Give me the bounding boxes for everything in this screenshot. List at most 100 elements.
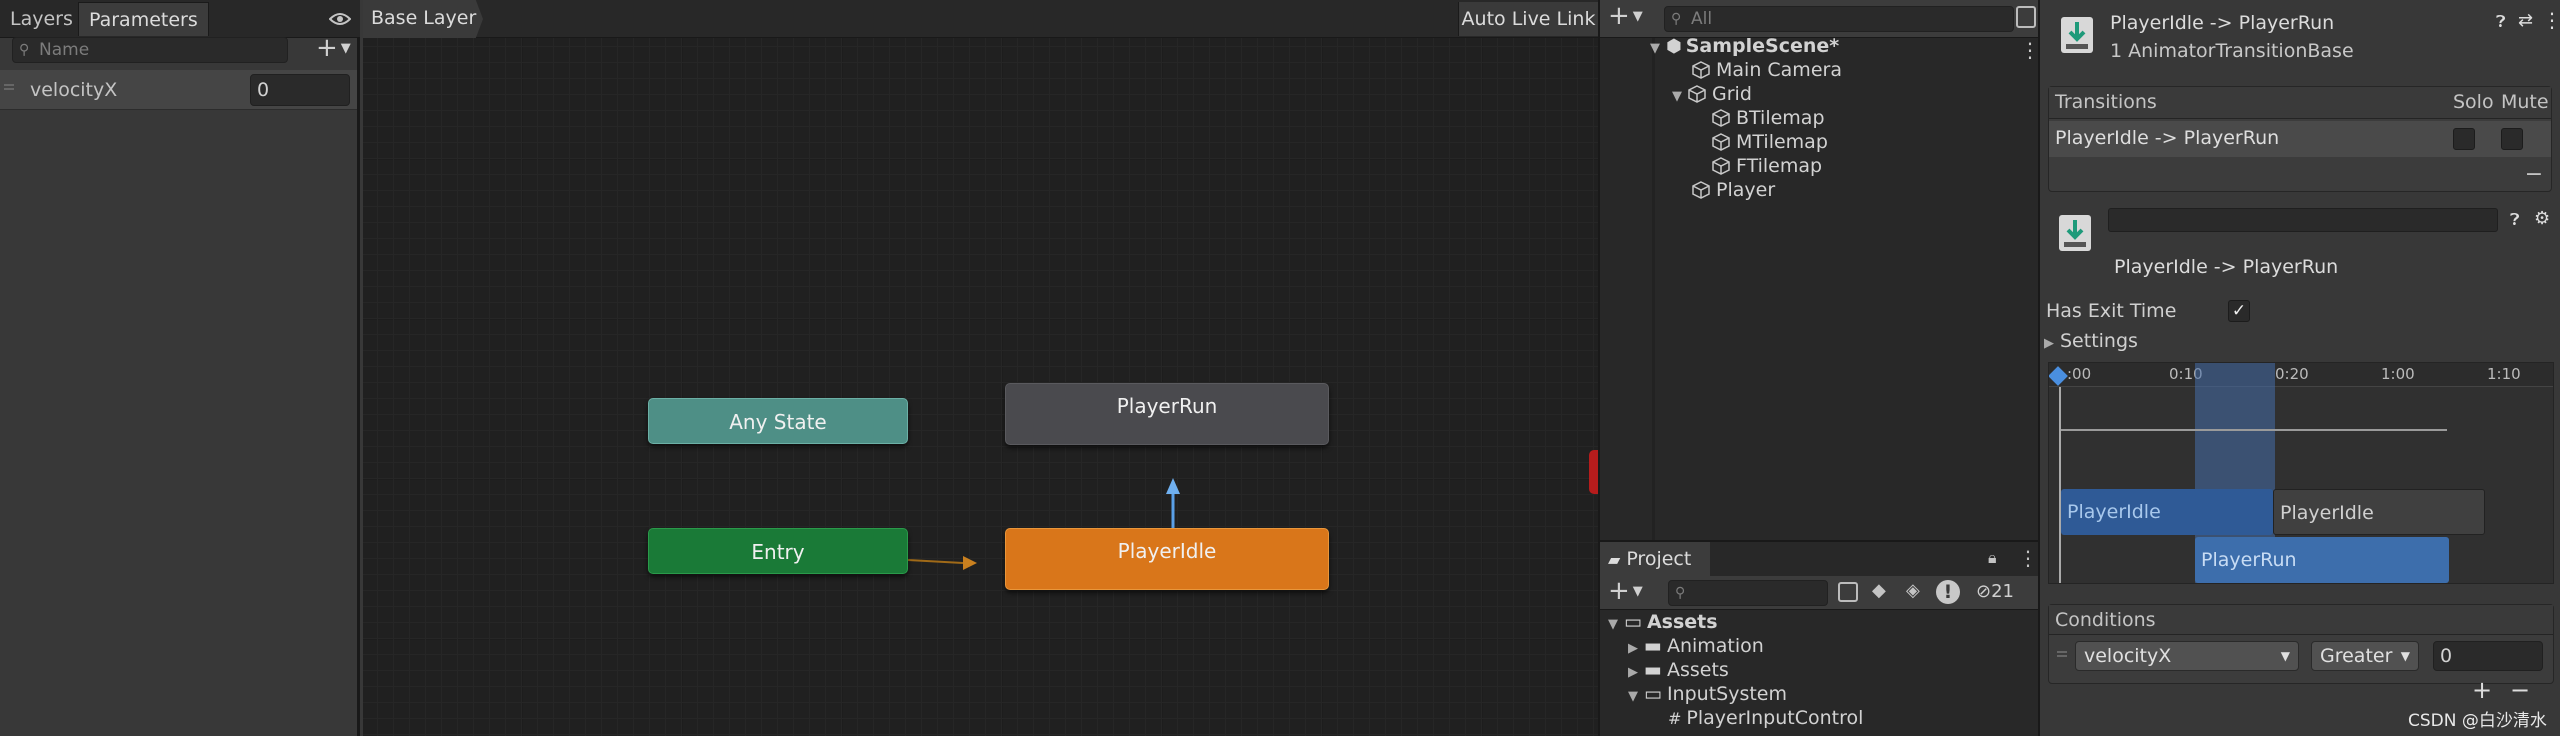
transition-arrows — [907, 478, 1180, 570]
parameter-search-input[interactable]: ⚲ Name — [12, 37, 288, 63]
any-state-node[interactable]: Any State — [648, 398, 908, 444]
script-hash-icon: # — [1668, 709, 1682, 728]
parameters-panel: Layers Parameters ⚲ Name + ▼ velocityX 0 — [0, 0, 360, 736]
tick-label: 0:20 — [2275, 365, 2309, 383]
parameter-row[interactable]: velocityX 0 — [0, 70, 357, 110]
label-tag-icon[interactable]: ◈ — [1906, 580, 1920, 601]
has-exit-time-checkbox[interactable]: ✓ — [2228, 300, 2250, 322]
expand-arrow-icon[interactable]: ▼ — [1608, 617, 1618, 632]
search-icon: ⚲ — [19, 42, 30, 58]
source-state-bar-next[interactable]: PlayerIdle — [2273, 489, 2485, 535]
tab-parameters[interactable]: Parameters — [78, 2, 209, 36]
hierarchy-item-ftilemap[interactable]: FTilemap — [1712, 154, 1822, 178]
project-item-assets[interactable]: ▶ ▬ Assets — [1628, 658, 1729, 682]
more-vertical-icon[interactable]: ⋮ — [2018, 546, 2038, 570]
project-item-playerinputcontrol[interactable]: # PlayerInputControl — [1668, 706, 1863, 730]
hierarchy-item-player[interactable]: Player — [1692, 178, 1775, 202]
project-item-label: InputSystem — [1666, 683, 1788, 705]
hierarchy-search-input[interactable]: ⚲ All — [1664, 6, 2014, 32]
conditions-header-label: Conditions — [2055, 609, 2156, 631]
chevron-down-icon: ▼ — [2280, 649, 2290, 663]
tab-project[interactable]: ▰ Project — [1600, 542, 1710, 576]
warning-icon[interactable]: ! — [1936, 580, 1960, 604]
transitions-header-label: Transitions — [2055, 91, 2157, 113]
tick-label: 1:10 — [2487, 365, 2521, 383]
add-parameter-button[interactable]: + ▼ — [316, 33, 351, 63]
project-item-inputsystem[interactable]: ▼ ▭ InputSystem — [1628, 682, 1787, 706]
eye-slash-icon: ⊘ — [1976, 581, 1992, 602]
entry-transition-line — [907, 559, 964, 564]
hierarchy-item-grid[interactable]: ▼ Grid — [1672, 82, 1752, 106]
more-vertical-icon[interactable]: ⋮ — [2020, 38, 2040, 62]
transition-row[interactable]: PlayerIdle -> PlayerRun — [2049, 121, 2551, 157]
condition-operator-dropdown[interactable]: Greater ▼ — [2311, 641, 2419, 671]
expand-arrow-icon[interactable]: ▶ — [1628, 641, 1638, 656]
destination-state-bar[interactable]: PlayerRun — [2195, 537, 2449, 583]
player-run-node[interactable]: PlayerRun — [1005, 383, 1329, 445]
tab-layers[interactable]: Layers — [0, 2, 83, 36]
more-vertical-icon[interactable]: ⋮ — [2542, 8, 2560, 32]
gear-icon[interactable]: ⚙ — [2534, 208, 2550, 229]
project-item-assets-root[interactable]: ▼ ▭ Assets — [1608, 610, 1718, 634]
search-by-type-icon[interactable] — [1838, 582, 1858, 602]
remove-transition-button[interactable]: − — [2519, 163, 2549, 189]
help-icon[interactable]: ❓︎ — [2496, 12, 2506, 32]
animator-graph[interactable]: Base Layer Auto Live Link Any State Entr… — [363, 0, 1601, 736]
expand-arrow-icon[interactable]: ▼ — [1628, 689, 1638, 704]
hidden-packages-button[interactable]: ⊘21 — [1976, 581, 2014, 602]
transition-timeline[interactable]: :00 0:10 0:20 1:00 1:10 PlayerIdle Playe… — [2048, 362, 2554, 584]
project-tab-bar: ▰ Project 🔒︎ ⋮ — [1600, 542, 2038, 576]
chevron-down-icon: ▼ — [340, 41, 351, 56]
player-run-label: PlayerRun — [1116, 394, 1218, 418]
condition-parameter-dropdown[interactable]: velocityX ▼ — [2075, 641, 2299, 671]
mute-checkbox[interactable] — [2501, 128, 2523, 150]
expand-arrow-icon[interactable]: ▼ — [1650, 41, 1660, 56]
transition-row-label: PlayerIdle -> PlayerRun — [2055, 127, 2280, 149]
expand-arrow-icon[interactable]: ▶ — [1628, 665, 1638, 680]
hierarchy-add-button[interactable]: + ▼ — [1608, 1, 1643, 31]
settings-foldout[interactable]: ▶ Settings — [2044, 330, 2138, 352]
hierarchy-item-btilemap[interactable]: BTilemap — [1712, 106, 1825, 130]
filter-by-type-icon[interactable]: ◆ — [1872, 580, 1886, 601]
entry-node[interactable]: Entry — [648, 528, 908, 574]
project-add-button[interactable]: + ▼ — [1608, 576, 1643, 606]
source-state-bar[interactable]: PlayerIdle — [2061, 489, 2273, 535]
player-idle-node[interactable]: PlayerIdle — [1005, 528, 1329, 590]
add-condition-button[interactable]: + — [2472, 676, 2492, 704]
hierarchy-item-main-camera[interactable]: Main Camera — [1692, 58, 1842, 82]
folder-icon: ▰ — [1608, 550, 1621, 569]
condition-value-field[interactable]: 0 — [2433, 641, 2543, 671]
project-search-input[interactable]: ⚲ — [1668, 580, 1828, 606]
search-icon: ⚲ — [1671, 11, 1682, 27]
folder-icon: ▬ — [1644, 635, 1662, 657]
expand-arrow-icon[interactable]: ▼ — [1672, 89, 1682, 104]
search-by-type-icon[interactable] — [2016, 6, 2036, 28]
drag-handle-icon[interactable] — [2057, 651, 2067, 653]
hierarchy-item-mtilemap[interactable]: MTilemap — [1712, 130, 1828, 154]
lock-icon[interactable]: 🔒︎ — [1988, 548, 1997, 568]
help-icon[interactable]: ❓︎ — [2510, 210, 2520, 230]
remove-condition-button[interactable]: − — [2510, 676, 2530, 704]
entry-label: Entry — [751, 540, 805, 564]
timeline-playhead[interactable] — [2059, 387, 2061, 583]
folder-icon: ▬ — [1644, 659, 1662, 681]
hierarchy-divider — [1652, 38, 1655, 540]
tick-label: 1:00 — [2381, 365, 2415, 383]
drag-handle-icon[interactable] — [4, 84, 14, 86]
transition-label: PlayerIdle -> PlayerRun — [2114, 256, 2339, 278]
idle-to-run-arrow-head — [1166, 478, 1180, 494]
transitions-header: Transitions Solo Mute — [2049, 87, 2551, 119]
transition-icon — [2060, 16, 2094, 54]
parameter-value-field[interactable]: 0 — [250, 74, 350, 106]
project-item-animation[interactable]: ▶ ▬ Animation — [1628, 634, 1764, 658]
search-placeholder: All — [1691, 9, 1713, 29]
solo-checkbox[interactable] — [2453, 128, 2475, 150]
folder-open-icon: ▭ — [1624, 611, 1642, 633]
scene-row[interactable]: ▼ ⬢ SampleScene* — [1650, 34, 1839, 58]
preset-icon[interactable]: ⇄ — [2518, 10, 2533, 31]
parameter-name: velocityX — [30, 79, 118, 101]
hierarchy-item-label: Player — [1716, 179, 1776, 201]
eye-icon[interactable] — [328, 8, 352, 30]
transition-name-input[interactable] — [2108, 208, 2498, 232]
conditions-header: Conditions — [2049, 605, 2553, 635]
